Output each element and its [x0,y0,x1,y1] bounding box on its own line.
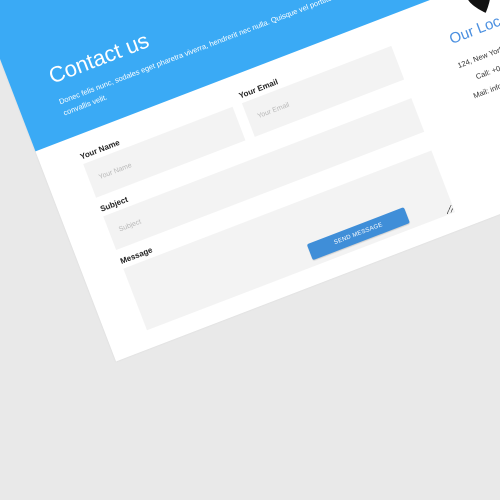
page-canvas: Contact us Donec felis nunc, sodales ege… [0,0,500,500]
location-panel: Our Location 124, New York Street, USA C… [414,0,500,116]
contact-card: Contact us Donec felis nunc, sodales ege… [0,0,500,362]
